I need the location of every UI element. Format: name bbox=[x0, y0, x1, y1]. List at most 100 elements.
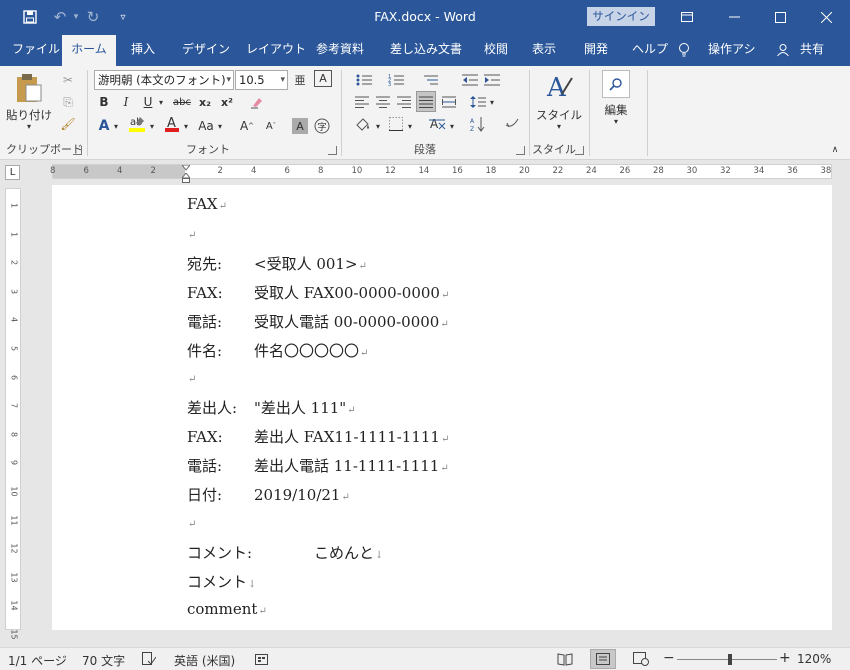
horizontal-ruler[interactable]: 8 6 4 2 2 4 6 8 10 12 14 16 18 20 22 24 26 28 30 32 34 36 38 bbox=[50, 162, 832, 183]
zoom-out-button[interactable]: − bbox=[663, 650, 675, 666]
chevron-down-icon[interactable]: ▾ bbox=[488, 92, 496, 112]
maximize-icon[interactable] bbox=[762, 3, 798, 31]
document-line[interactable]: FAX: 受取人 FAX00-0000-0000↵ bbox=[187, 282, 449, 303]
document-line[interactable]: FAX: 差出人 FAX11-1111-1111↵ bbox=[187, 426, 449, 447]
document-line[interactable]: ↵ bbox=[187, 224, 196, 242]
ribbon-display-options-icon[interactable] bbox=[669, 3, 705, 31]
zoom-level[interactable]: 120% bbox=[797, 652, 831, 666]
superscript-button[interactable]: x² bbox=[218, 92, 236, 112]
tab-design[interactable]: デザイン bbox=[174, 35, 238, 66]
proofing-icon[interactable] bbox=[142, 652, 157, 669]
web-layout-icon[interactable] bbox=[633, 652, 649, 669]
text-effects-icon[interactable]: A bbox=[96, 116, 112, 136]
editing-button[interactable]: 編集 ▾ bbox=[596, 70, 636, 126]
borders-icon[interactable] bbox=[386, 114, 406, 134]
tab-review[interactable]: 校閲 bbox=[476, 35, 516, 66]
sort-icon[interactable]: AZ bbox=[468, 114, 488, 134]
tab-view[interactable]: 表示 bbox=[524, 35, 564, 66]
cut-icon[interactable]: ✂ bbox=[58, 70, 78, 90]
font-color-icon[interactable]: A bbox=[162, 114, 182, 134]
lightbulb-icon[interactable] bbox=[678, 35, 694, 66]
tab-file[interactable]: ファイル bbox=[4, 35, 68, 66]
shrink-font-icon[interactable]: Aˇ bbox=[262, 116, 280, 136]
shading-icon[interactable] bbox=[352, 114, 374, 134]
distributed-icon[interactable] bbox=[439, 92, 459, 112]
chevron-down-icon[interactable]: ▾ bbox=[148, 116, 156, 136]
chevron-down-icon[interactable]: ▾ bbox=[112, 116, 120, 136]
copy-icon[interactable]: ⎘ bbox=[58, 92, 78, 112]
justify-icon[interactable] bbox=[416, 91, 436, 112]
increase-indent-icon[interactable] bbox=[482, 70, 502, 90]
subscript-button[interactable]: x₂ bbox=[196, 92, 214, 112]
document-line[interactable]: コメント↓ bbox=[187, 571, 256, 592]
document-line[interactable]: 電話: 差出人電話 11-1111-1111↵ bbox=[187, 455, 449, 476]
share-button[interactable]: 共有 bbox=[792, 35, 832, 66]
bold-button[interactable]: B bbox=[96, 92, 112, 112]
align-center-icon[interactable] bbox=[373, 92, 393, 112]
font-size-combo[interactable]: 10.5 ▾ bbox=[235, 70, 288, 90]
share-user-icon[interactable] bbox=[776, 35, 792, 66]
grow-font-icon[interactable]: A ^ bbox=[238, 116, 256, 136]
tab-help[interactable]: ヘルプ bbox=[624, 35, 676, 66]
document-line[interactable]: 電話: 受取人電話 00-0000-0000↵ bbox=[187, 311, 449, 332]
minimize-icon[interactable] bbox=[716, 3, 752, 31]
show-paragraph-marks-icon[interactable] bbox=[502, 114, 522, 134]
tab-insert[interactable]: 挿入 bbox=[123, 35, 163, 66]
font-launcher-icon[interactable] bbox=[328, 146, 337, 155]
document-line[interactable]: ↵ bbox=[187, 513, 196, 531]
font-name-combo[interactable]: 游明朝 (本文のフォント) ▾ bbox=[94, 70, 234, 90]
close-icon[interactable] bbox=[808, 3, 844, 31]
line-spacing-icon[interactable] bbox=[468, 92, 488, 112]
language-indicator[interactable]: 英語 (米国) bbox=[174, 652, 235, 669]
decrease-indent-icon[interactable] bbox=[460, 70, 480, 90]
chevron-down-icon[interactable]: ▾ bbox=[406, 116, 414, 136]
first-line-indent-marker[interactable] bbox=[180, 162, 192, 171]
character-shading-icon[interactable]: A bbox=[292, 118, 308, 134]
collapse-ribbon-icon[interactable]: ∧ bbox=[828, 144, 842, 156]
document-line[interactable]: 差出人: "差出人 111"↵ bbox=[187, 397, 356, 418]
tab-mailings[interactable]: 差し込み文書 bbox=[382, 35, 470, 66]
document-line[interactable]: FAX↵ bbox=[187, 195, 227, 213]
chevron-down-icon[interactable]: ▾ bbox=[448, 116, 456, 136]
tab-developer[interactable]: 開発 bbox=[576, 35, 616, 66]
document-line[interactable]: 件名: 件名〇〇〇〇〇↵ bbox=[187, 340, 368, 361]
read-mode-icon[interactable] bbox=[557, 652, 573, 669]
document-line[interactable]: ↵ bbox=[187, 368, 196, 386]
align-left-icon[interactable] bbox=[352, 92, 372, 112]
document-line[interactable]: コメント: こめんと↓ bbox=[187, 542, 383, 563]
chevron-down-icon[interactable]: ▾ bbox=[374, 116, 382, 136]
strikethrough-button[interactable]: abc bbox=[171, 92, 193, 112]
tab-layout[interactable]: レイアウト bbox=[238, 35, 314, 66]
print-layout-icon[interactable] bbox=[590, 649, 616, 669]
tab-references[interactable]: 参考資料 bbox=[308, 35, 372, 66]
phonetic-guide-icon[interactable]: 亜 bbox=[291, 70, 309, 90]
document-line[interactable]: 日付: 2019/10/21↵ bbox=[187, 484, 350, 505]
page-count[interactable]: 1/1 ページ bbox=[8, 652, 67, 669]
numbering-icon[interactable]: 123 bbox=[384, 70, 408, 90]
multilevel-list-icon[interactable] bbox=[418, 70, 442, 90]
change-case-button[interactable]: Aa bbox=[196, 116, 216, 136]
bullets-icon[interactable] bbox=[352, 70, 376, 90]
enclose-characters-icon[interactable]: 字 bbox=[313, 116, 331, 136]
document-page[interactable]: FAX↵ ↵ 宛先: <受取人 001>↵ FAX: 受取人 FAX00-0000-000… bbox=[52, 185, 832, 630]
tell-me-search[interactable]: 操作アシ bbox=[705, 35, 769, 66]
document-line[interactable]: comment↵ bbox=[187, 600, 267, 618]
align-right-icon[interactable] bbox=[394, 92, 414, 112]
document-line[interactable]: 宛先: <受取人 001>↵ bbox=[187, 253, 367, 274]
tab-home[interactable]: ホーム bbox=[62, 35, 116, 66]
chevron-down-icon[interactable]: ▾ bbox=[156, 92, 166, 112]
character-border-icon[interactable]: A bbox=[314, 70, 332, 87]
hanging-indent-marker[interactable] bbox=[180, 172, 192, 183]
vertical-ruler[interactable]: 1 1 2 3 4 5 6 7 8 9 10 11 12 13 14 15 bbox=[5, 188, 21, 640]
chevron-down-icon[interactable]: ▾ bbox=[216, 116, 224, 136]
paste-button[interactable]: 貼り付け ▾ bbox=[6, 72, 52, 131]
styles-launcher-icon[interactable] bbox=[575, 146, 584, 155]
styles-gallery-button[interactable]: A スタイル ▾ bbox=[536, 72, 582, 131]
italic-button[interactable]: I bbox=[118, 92, 134, 112]
clear-formatting-icon[interactable] bbox=[248, 92, 266, 112]
zoom-in-button[interactable]: + bbox=[779, 650, 791, 666]
paragraph-launcher-icon[interactable] bbox=[516, 146, 525, 155]
word-count[interactable]: 70 文字 bbox=[82, 652, 125, 669]
macro-recording-icon[interactable] bbox=[255, 652, 269, 669]
clipboard-launcher-icon[interactable] bbox=[73, 146, 82, 155]
